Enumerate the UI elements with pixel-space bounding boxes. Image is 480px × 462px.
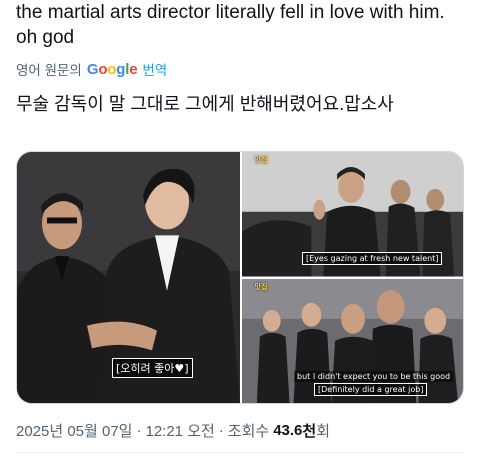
media-photo-3[interactable]: 맛집 but I didn't expect you to be this go…	[242, 278, 463, 403]
translated-text: 무술 감독이 말 그대로 그에게 반해버렸어요.맙소사	[16, 94, 394, 114]
media-photo-1[interactable]: [오히려 좋아♥]	[17, 152, 240, 403]
divider	[16, 452, 464, 453]
translate-prefix: 영어 원문의	[16, 63, 82, 78]
google-letter-g2: g	[116, 60, 126, 78]
translate-action-link[interactable]: 번역	[142, 59, 167, 79]
show-logo-top: 맛집	[254, 156, 268, 164]
google-letter-o2: o	[107, 60, 117, 78]
views-label: 조회수	[227, 423, 270, 440]
views-suffix: 회	[316, 423, 331, 440]
media-grid: [오히려 좋아♥] 맛집 [Eyes gazing at fresh new t…	[16, 151, 464, 404]
tweet-text: the martial arts director literally fell…	[16, 2, 445, 48]
meta-separator: ·	[136, 422, 142, 439]
meta-separator-2: ·	[218, 422, 224, 439]
google-logo: Google	[87, 61, 138, 78]
left-caption: [오히려 좋아♥]	[112, 358, 193, 378]
tweet-time[interactable]: 12:21 오전	[145, 420, 214, 441]
views-unit: 천	[302, 423, 317, 440]
tweet-date[interactable]: 2025년 05월 07일	[16, 420, 132, 441]
google-letter-e: e	[129, 60, 138, 78]
media-photo-2[interactable]: 맛집 [Eyes gazing at fresh new talent]	[242, 152, 463, 277]
bottom-right-caption-1: but I didn't expect you to be this good	[294, 370, 454, 382]
tweet-meta: 2025년 05월 07일 · 12:21 오전 · 조회수 43.6 천 회	[16, 420, 330, 441]
media-right-column: 맛집 [Eyes gazing at fresh new talent] 맛집 …	[242, 152, 463, 403]
top-right-caption: [Eyes gazing at fresh new talent]	[302, 252, 443, 265]
google-letter-g: G	[86, 60, 99, 78]
translate-row: 영어 원문의 Google 번역	[16, 59, 167, 79]
show-logo-bottom: 맛집	[254, 282, 268, 291]
views-count: 43.6	[273, 422, 303, 439]
bottom-right-caption-2: [Definitely did a great job]	[314, 382, 428, 396]
google-letter-o1: o	[98, 60, 108, 78]
